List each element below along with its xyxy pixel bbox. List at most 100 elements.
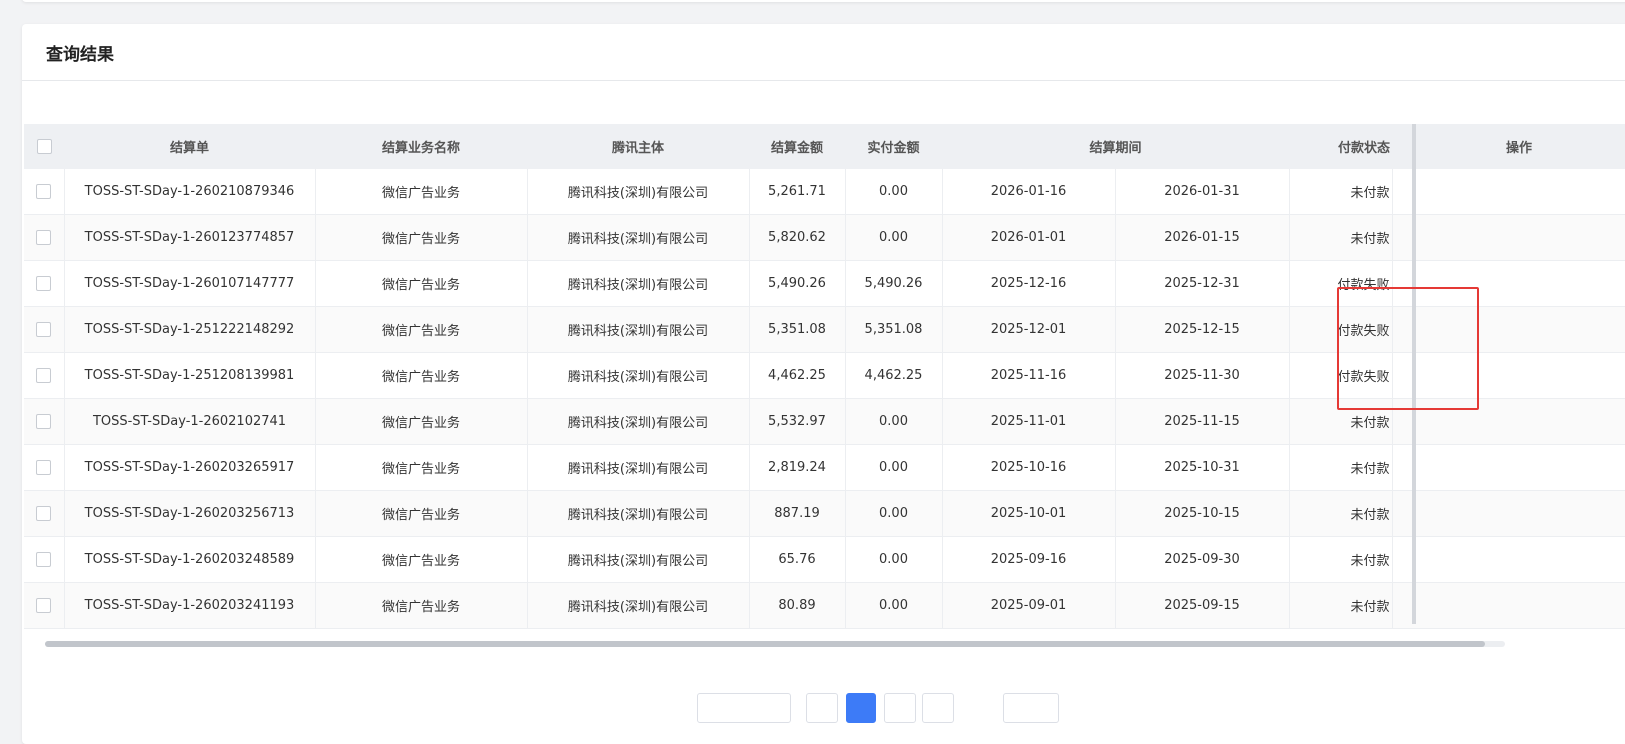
jump-page-input[interactable]: [1003, 693, 1059, 723]
row-select-cell[interactable]: [24, 398, 65, 445]
next-page-button[interactable]: [922, 693, 954, 723]
payment-status: 未付款: [1289, 398, 1393, 445]
page-size-select[interactable]: [697, 693, 791, 723]
period-end: 2025-12-15: [1115, 306, 1290, 353]
header-settlement-amount: 结算金额: [749, 124, 845, 169]
prev-page-button[interactable]: [806, 693, 838, 723]
period-start: 2025-11-01: [942, 398, 1116, 445]
actions-cell: [1392, 306, 1625, 353]
row-select-cell[interactable]: [24, 169, 65, 215]
header-actions: 操作: [1392, 124, 1625, 169]
row-select-cell[interactable]: [24, 490, 65, 537]
scrollbar-thumb[interactable]: [45, 641, 1485, 647]
settlement-amount: 80.89: [749, 582, 846, 629]
payment-status: 付款失败: [1289, 352, 1393, 399]
table-row[interactable]: TOSS-ST-SDay-1-260203248589 微信广告业务 腾讯科技(深圳…: [24, 536, 1625, 583]
period-end: 2025-09-15: [1115, 582, 1290, 629]
settlement-no: TOSS-ST-SDay-1-260123774857: [64, 214, 316, 261]
actions-cell: [1392, 582, 1625, 629]
panel-title: 查询结果: [46, 45, 114, 65]
header-tencent-entity: 腾讯主体: [527, 124, 749, 169]
payment-status: 未付款: [1289, 490, 1393, 537]
select-all-checkbox[interactable]: [36, 139, 52, 154]
paid-amount: 5,490.26: [845, 260, 943, 307]
page-button-active[interactable]: [846, 693, 876, 723]
table-row[interactable]: TOSS-ST-SDay-1-260203241193 微信广告业务 腾讯科技(深圳…: [24, 582, 1625, 629]
business-name: 微信广告业务: [315, 306, 528, 353]
tencent-entity: 腾讯科技(深圳)有限公司: [527, 306, 750, 353]
period-start: 2025-09-01: [942, 582, 1116, 629]
row-select-cell[interactable]: [24, 260, 65, 307]
period-start: 2026-01-16: [942, 169, 1116, 215]
settlement-amount: 65.76: [749, 536, 846, 583]
table-row[interactable]: TOSS-ST-SDay-1-251222148292 微信广告业务 腾讯科技(深圳…: [24, 306, 1625, 353]
row-checkbox[interactable]: [36, 322, 52, 337]
row-select-cell[interactable]: [24, 582, 65, 629]
page-button[interactable]: [884, 693, 916, 723]
business-name: 微信广告业务: [315, 169, 528, 215]
table-row[interactable]: TOSS-ST-SDay-1-260107147777 微信广告业务 腾讯科技(深圳…: [24, 260, 1625, 307]
header-settlement-no: 结算单: [64, 124, 315, 169]
business-name: 微信广告业务: [315, 582, 528, 629]
row-select-cell[interactable]: [24, 214, 65, 261]
row-checkbox[interactable]: [36, 598, 52, 613]
table-row[interactable]: TOSS-ST-SDay-1-260203265917 微信广告业务 腾讯科技(深圳…: [24, 444, 1625, 491]
settlement-amount: 5,261.71: [749, 169, 846, 215]
header-select-all[interactable]: [24, 124, 64, 169]
paid-amount: 0.00: [845, 169, 943, 215]
tencent-entity: 腾讯科技(深圳)有限公司: [527, 490, 750, 537]
row-checkbox[interactable]: [36, 368, 52, 383]
tencent-entity: 腾讯科技(深圳)有限公司: [527, 260, 750, 307]
settlement-no: TOSS-ST-SDay-1-260210879346: [64, 169, 316, 215]
table-row[interactable]: TOSS-ST-SDay-1-2602102741 微信广告业务 腾讯科技(深圳)有…: [24, 398, 1625, 445]
row-select-cell[interactable]: [24, 352, 65, 399]
row-checkbox[interactable]: [36, 276, 52, 291]
period-end: 2025-09-30: [1115, 536, 1290, 583]
tencent-entity: 腾讯科技(深圳)有限公司: [527, 352, 750, 399]
paid-amount: 5,351.08: [845, 306, 943, 353]
actions-cell: [1392, 490, 1625, 537]
paid-amount: 0.00: [845, 490, 943, 537]
paid-amount: 0.00: [845, 214, 943, 261]
row-checkbox[interactable]: [36, 460, 52, 475]
settlement-no: TOSS-ST-SDay-1-251208139981: [64, 352, 316, 399]
table-row[interactable]: TOSS-ST-SDay-1-251208139981 微信广告业务 腾讯科技(深圳…: [24, 352, 1625, 399]
row-select-cell[interactable]: [24, 306, 65, 353]
table-row[interactable]: TOSS-ST-SDay-1-260203256713 微信广告业务 腾讯科技(深圳…: [24, 490, 1625, 537]
actions-cell: [1392, 444, 1625, 491]
row-checkbox[interactable]: [36, 552, 52, 567]
horizontal-scrollbar[interactable]: [45, 641, 1505, 647]
settlement-no: TOSS-ST-SDay-1-2602102741: [64, 398, 316, 445]
period-end: 2025-12-31: [1115, 260, 1290, 307]
row-select-cell[interactable]: [24, 444, 65, 491]
period-end: 2026-01-15: [1115, 214, 1290, 261]
results-table: 结算单 结算业务名称 腾讯主体 结算金额 实付金额 结算期间 付款状态 操作 T…: [24, 124, 1625, 629]
row-select-cell[interactable]: [24, 536, 65, 583]
period-start: 2025-12-16: [942, 260, 1116, 307]
settlement-amount: 887.19: [749, 490, 846, 537]
tencent-entity: 腾讯科技(深圳)有限公司: [527, 444, 750, 491]
payment-status: 未付款: [1289, 582, 1393, 629]
table-row[interactable]: TOSS-ST-SDay-1-260210879346 微信广告业务 腾讯科技(深圳…: [24, 169, 1625, 215]
period-end: 2025-11-15: [1115, 398, 1290, 445]
tencent-entity: 腾讯科技(深圳)有限公司: [527, 169, 750, 215]
results-table-container: 结算单 结算业务名称 腾讯主体 结算金额 实付金额 结算期间 付款状态 操作 T…: [24, 124, 1625, 629]
payment-status: 付款失败: [1289, 260, 1393, 307]
row-checkbox[interactable]: [36, 230, 52, 245]
paid-amount: 0.00: [845, 398, 943, 445]
tencent-entity: 腾讯科技(深圳)有限公司: [527, 214, 750, 261]
settlement-amount: 5,532.97: [749, 398, 846, 445]
period-start: 2025-09-16: [942, 536, 1116, 583]
period-end: 2025-10-31: [1115, 444, 1290, 491]
header-business-name: 结算业务名称: [315, 124, 527, 169]
settlement-amount: 5,820.62: [749, 214, 846, 261]
business-name: 微信广告业务: [315, 214, 528, 261]
tencent-entity: 腾讯科技(深圳)有限公司: [527, 582, 750, 629]
paid-amount: 0.00: [845, 582, 943, 629]
table-row[interactable]: TOSS-ST-SDay-1-260123774857 微信广告业务 腾讯科技(深圳…: [24, 214, 1625, 261]
settlement-no: TOSS-ST-SDay-1-260203248589: [64, 536, 316, 583]
actions-cell: [1392, 536, 1625, 583]
row-checkbox[interactable]: [36, 184, 52, 199]
row-checkbox[interactable]: [36, 506, 52, 521]
row-checkbox[interactable]: [36, 414, 52, 429]
